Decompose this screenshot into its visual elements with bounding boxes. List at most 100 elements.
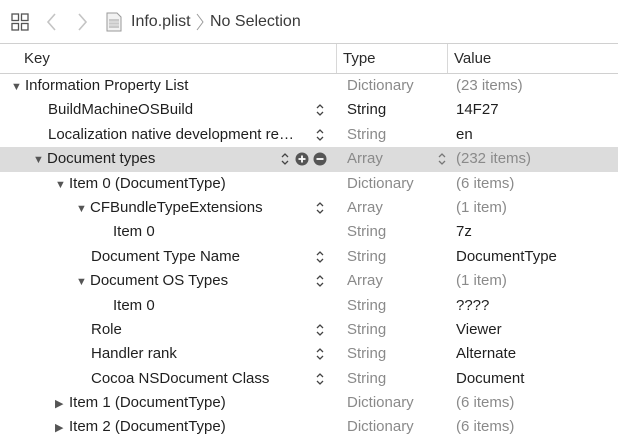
row-key: ▼ Item 0 (DocumentType) bbox=[55, 175, 226, 192]
row-type: Dictionary bbox=[347, 418, 414, 436]
column-header-key[interactable]: Key bbox=[24, 50, 50, 67]
key-stepper-icon[interactable] bbox=[315, 102, 325, 118]
disclosure-collapsed-icon[interactable]: ▶ bbox=[55, 397, 67, 410]
row-type: Array bbox=[347, 198, 383, 216]
plist-row[interactable]: Item 0 String ???? bbox=[0, 294, 618, 318]
back-arrow-icon[interactable] bbox=[45, 12, 59, 32]
column-header-value[interactable]: Value bbox=[454, 50, 491, 67]
key-label: Information Property List bbox=[25, 77, 189, 94]
row-key: ▶ Item 1 (DocumentType) bbox=[55, 394, 226, 411]
column-divider[interactable] bbox=[336, 44, 337, 73]
column-header-type[interactable]: Type bbox=[343, 50, 376, 67]
row-key: ▼ CFBundleTypeExtensions bbox=[76, 199, 263, 216]
row-value: (6 items) bbox=[456, 394, 515, 412]
row-value: en bbox=[456, 125, 473, 143]
row-type: Array bbox=[347, 150, 383, 168]
key-stepper-icon[interactable] bbox=[315, 371, 325, 387]
plist-row-selected[interactable]: ▼ Document types Array (232 items) bbox=[0, 147, 618, 172]
plist-row[interactable]: BuildMachineOSBuild String 14F27 bbox=[0, 98, 618, 122]
row-value: (232 items) bbox=[456, 150, 532, 168]
plist-row[interactable]: ▶ Item 1 (DocumentType) Dictionary (6 ite… bbox=[0, 391, 618, 415]
row-key: BuildMachineOSBuild bbox=[48, 101, 194, 119]
key-label: Document types bbox=[47, 150, 156, 168]
row-value: (6 items) bbox=[456, 174, 515, 192]
plist-file-icon bbox=[106, 12, 122, 32]
key-stepper-icon[interactable] bbox=[315, 346, 325, 362]
row-type: String bbox=[347, 101, 387, 119]
plist-outline: ▼ Information Property List Dictionary (2… bbox=[0, 74, 618, 440]
key-label: Document OS Types bbox=[90, 272, 229, 290]
row-key: Cocoa NSDocument Class bbox=[91, 369, 270, 387]
row-key: Item 0 bbox=[113, 296, 155, 314]
column-divider[interactable] bbox=[447, 44, 448, 73]
jump-bar-file-name[interactable]: Info.plist bbox=[131, 13, 191, 31]
add-item-icon[interactable] bbox=[295, 152, 309, 166]
row-key: ▼ Document OS Types bbox=[76, 272, 228, 289]
plist-row-root[interactable]: ▼ Information Property List Dictionary (2… bbox=[0, 74, 618, 98]
disclosure-expanded-icon[interactable]: ▼ bbox=[55, 179, 67, 191]
column-header: Key Type Value bbox=[0, 44, 618, 74]
plist-row[interactable]: Handler rank String Alternate bbox=[0, 342, 618, 366]
row-value: (1 item) bbox=[456, 198, 507, 216]
plist-row[interactable]: ▼ CFBundleTypeExtensions Array (1 item) bbox=[0, 196, 618, 220]
row-value: (1 item) bbox=[456, 272, 507, 290]
row-type: String bbox=[347, 345, 387, 363]
remove-item-icon[interactable] bbox=[313, 152, 327, 166]
type-popup-stepper-icon[interactable] bbox=[437, 151, 447, 167]
row-value: (6 items) bbox=[456, 418, 515, 436]
row-type: String bbox=[347, 320, 387, 338]
plist-row[interactable]: Cocoa NSDocument Class String Document bbox=[0, 367, 618, 391]
row-type: String bbox=[347, 369, 387, 387]
key-label: Item 0 (DocumentType) bbox=[69, 174, 226, 192]
row-key: ▼ Document types bbox=[33, 150, 155, 167]
row-key: Item 0 bbox=[113, 223, 155, 241]
row-key: Localization native development re… bbox=[48, 125, 294, 143]
jump-bar: Info.plist No Selection bbox=[0, 0, 618, 44]
disclosure-collapsed-icon[interactable]: ▶ bbox=[55, 421, 67, 434]
row-type: Dictionary bbox=[347, 77, 414, 94]
plist-row[interactable]: ▶ Item 2 (DocumentType) Dictionary (6 ite… bbox=[0, 415, 618, 439]
key-stepper-icon[interactable] bbox=[315, 127, 325, 143]
row-value: Document bbox=[456, 369, 525, 387]
row-type: Dictionary bbox=[347, 174, 414, 192]
key-stepper-icon[interactable] bbox=[280, 151, 290, 167]
key-label: Item 2 (DocumentType) bbox=[69, 418, 226, 436]
row-type: String bbox=[347, 247, 387, 265]
row-value: Viewer bbox=[456, 320, 502, 338]
key-stepper-icon[interactable] bbox=[315, 249, 325, 265]
plist-row[interactable]: Localization native development re… Stri… bbox=[0, 123, 618, 147]
jump-bar-selection[interactable]: No Selection bbox=[210, 13, 301, 31]
key-stepper-icon[interactable] bbox=[315, 322, 325, 338]
row-type: String bbox=[347, 296, 387, 314]
plist-row[interactable]: Document Type Name String DocumentType bbox=[0, 245, 618, 269]
key-stepper-icon[interactable] bbox=[315, 200, 325, 216]
plist-row[interactable]: ▼ Item 0 (DocumentType) Dictionary (6 ite… bbox=[0, 172, 618, 196]
plist-row[interactable]: ▼ Document OS Types Array (1 item) bbox=[0, 269, 618, 293]
row-key: Handler rank bbox=[91, 345, 177, 363]
key-label: Item 1 (DocumentType) bbox=[69, 394, 226, 412]
key-stepper-icon[interactable] bbox=[315, 273, 325, 289]
plist-row[interactable]: Item 0 String 7z bbox=[0, 220, 618, 244]
row-type: Array bbox=[347, 272, 383, 290]
row-value: DocumentType bbox=[456, 247, 557, 265]
row-type: String bbox=[347, 223, 387, 241]
row-value: (23 items) bbox=[456, 77, 523, 94]
row-value: ???? bbox=[456, 296, 490, 314]
disclosure-expanded-icon[interactable]: ▼ bbox=[76, 203, 88, 215]
row-key: ▼ Information Property List bbox=[11, 77, 188, 94]
path-separator-icon bbox=[196, 13, 204, 31]
row-key: Document Type Name bbox=[91, 247, 240, 265]
disclosure-expanded-icon[interactable]: ▼ bbox=[76, 276, 88, 288]
disclosure-expanded-icon[interactable]: ▼ bbox=[11, 81, 23, 93]
forward-arrow-icon[interactable] bbox=[75, 12, 89, 32]
row-type: String bbox=[347, 125, 387, 143]
disclosure-expanded-icon[interactable]: ▼ bbox=[33, 154, 45, 166]
key-label: CFBundleTypeExtensions bbox=[90, 198, 263, 216]
row-key: Role bbox=[91, 320, 122, 338]
related-items-grid-icon[interactable] bbox=[11, 13, 29, 31]
plist-row[interactable]: Role String Viewer bbox=[0, 318, 618, 342]
row-value: 7z bbox=[456, 223, 472, 241]
row-value: Alternate bbox=[456, 345, 517, 363]
row-key: ▶ Item 2 (DocumentType) bbox=[55, 418, 226, 435]
row-type: Dictionary bbox=[347, 394, 414, 412]
